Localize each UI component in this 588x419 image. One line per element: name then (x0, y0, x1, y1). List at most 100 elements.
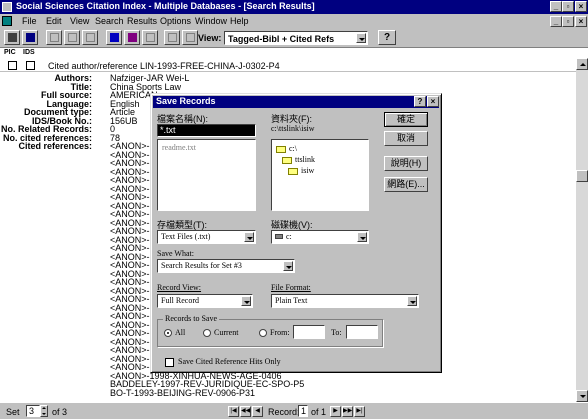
minimize-button[interactable]: _ (550, 1, 562, 12)
next-record-button[interactable]: ▶ (330, 406, 341, 417)
folder-listbox[interactable]: c:\ ttslink isiw (271, 139, 369, 211)
tool-button-6[interactable] (106, 30, 122, 45)
help-button[interactable]: ? (378, 30, 396, 45)
record-view-value: Full Record (161, 296, 199, 305)
view-dropdown-button[interactable] (356, 33, 366, 43)
vertical-scrollbar[interactable] (576, 58, 588, 402)
folder-item-root[interactable]: c:\ (289, 144, 297, 153)
document-search-icon (110, 33, 119, 42)
filetype-dropdown-button[interactable] (244, 232, 254, 242)
help-dialog-button[interactable]: 說明(H) (384, 156, 428, 171)
record-header-row[interactable]: Cited author/reference LIN-1993-FREE-CHI… (0, 58, 578, 72)
dialog-title: Save Records (156, 96, 216, 106)
record-view-dropdown-button[interactable] (241, 296, 251, 306)
dialog-help-button[interactable]: ? (414, 96, 426, 107)
menu-results[interactable]: Results (127, 16, 157, 26)
printer-icon (8, 33, 17, 42)
ok-button[interactable]: 確定 (384, 112, 428, 127)
child-restore-button[interactable]: ▫ (562, 16, 574, 27)
tool-button-5[interactable] (82, 30, 98, 45)
save-what-dropdown-button[interactable] (283, 261, 293, 271)
radio-all[interactable] (164, 329, 172, 337)
scroll-up-button[interactable] (576, 58, 588, 70)
tool-button-4[interactable] (64, 30, 80, 45)
save-button[interactable] (22, 30, 38, 45)
col-pic: PIC (4, 49, 16, 56)
drive-select[interactable]: c: (271, 230, 369, 244)
app-icon[interactable] (2, 2, 12, 12)
file-format-dropdown-button[interactable] (407, 296, 417, 306)
file-format-select[interactable]: Plain Text (271, 294, 419, 308)
filename-value: *.txt (160, 125, 176, 135)
question-icon: ? (384, 32, 391, 43)
window-title-bar: Social Sciences Citation Index - Multipl… (0, 0, 588, 14)
tool-icon (68, 33, 77, 42)
drive-value: c: (286, 232, 292, 241)
document-icon[interactable] (2, 16, 12, 26)
menu-options[interactable]: Options (160, 16, 191, 26)
set-total: of 3 (52, 407, 68, 417)
record-view-label: Record View: (157, 283, 202, 292)
menu-help[interactable]: Help (230, 16, 249, 26)
tool-button-10[interactable] (182, 30, 198, 45)
set-input[interactable]: 3 (26, 405, 40, 417)
file-listbox[interactable]: readme.txt (157, 139, 256, 211)
folder-item-ttslink[interactable]: ttslink (295, 155, 315, 164)
ids-checkbox[interactable] (26, 61, 35, 70)
menu-view[interactable]: View (70, 16, 89, 26)
radio-from[interactable] (259, 329, 267, 337)
folder-item-isiw[interactable]: isiw (301, 166, 314, 175)
record-total: of 1 (311, 407, 327, 417)
print-button[interactable] (4, 30, 20, 45)
tool-button-7[interactable] (124, 30, 140, 45)
record-input[interactable]: 1 (298, 405, 308, 417)
view-select[interactable]: Tagged-Bibl + Cited Refs (224, 31, 368, 45)
radio-current[interactable] (203, 329, 211, 337)
prev-record-button[interactable]: ◀ (252, 406, 263, 417)
prev-page-button[interactable]: ◀◀ (240, 406, 251, 417)
cited-ref-hits-checkbox[interactable] (165, 358, 174, 367)
scroll-thumb[interactable] (576, 170, 588, 182)
set-value: 3 (29, 406, 35, 416)
scroll-down-button[interactable] (576, 390, 588, 402)
cited-reference[interactable]: BO-T-1993-BEIJING-REV-0906-P31 (110, 388, 255, 398)
filetype-select[interactable]: Text Files (.txt) (157, 230, 256, 244)
last-record-button[interactable]: ▶| (354, 406, 365, 417)
field-label: Cited references: (18, 141, 92, 151)
cancel-button[interactable]: 取消 (384, 131, 428, 146)
tool-icon (50, 33, 59, 42)
maximize-button[interactable]: ▫ (562, 1, 574, 12)
to-label: To: (331, 328, 342, 337)
drive-icon (275, 234, 283, 239)
chevron-down-icon (247, 237, 253, 240)
first-record-button[interactable]: |◀ (228, 406, 239, 417)
radio-all-label: All (175, 328, 186, 337)
drive-dropdown-button[interactable] (357, 232, 367, 242)
chevron-down-icon (359, 38, 365, 41)
to-input[interactable] (346, 325, 378, 339)
menu-window[interactable]: Window (195, 16, 227, 26)
menu-edit[interactable]: Edit (46, 16, 62, 26)
next-page-button[interactable]: ▶▶ (342, 406, 353, 417)
pic-checkbox[interactable] (8, 61, 17, 70)
close-button[interactable]: × (575, 1, 587, 12)
record-view-select[interactable]: Full Record (157, 294, 253, 308)
tool-button-9[interactable] (164, 30, 180, 45)
menu-bar: File Edit View Search Results Options Wi… (0, 14, 588, 28)
child-close-button[interactable]: × (575, 16, 587, 27)
menu-search[interactable]: Search (95, 16, 124, 26)
child-minimize-button[interactable]: _ (550, 16, 562, 27)
file-item[interactable]: readme.txt (162, 143, 196, 152)
spin-up-icon (42, 407, 46, 409)
save-what-value: Search Results for Set #3 (161, 261, 242, 270)
dialog-close-button[interactable]: × (427, 96, 439, 107)
tool-button-3[interactable] (46, 30, 62, 45)
arrow-down-icon (580, 395, 586, 398)
save-what-select[interactable]: Search Results for Set #3 (157, 259, 295, 273)
menu-file[interactable]: File (22, 16, 37, 26)
network-button[interactable]: 網路(E)... (384, 177, 428, 192)
from-input[interactable] (293, 325, 325, 339)
filename-input[interactable]: *.txt (157, 124, 256, 137)
set-spinner[interactable] (40, 405, 48, 417)
tool-button-8[interactable] (142, 30, 158, 45)
